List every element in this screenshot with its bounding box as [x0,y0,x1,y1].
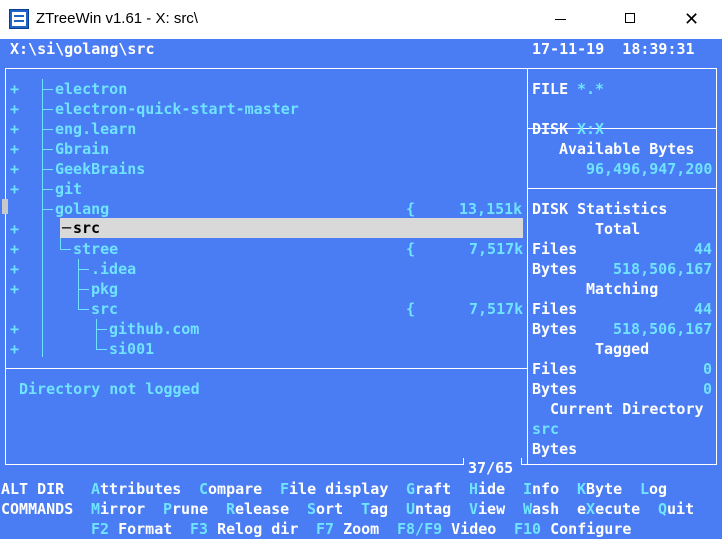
tagged-bytes-label: Bytes [532,380,578,398]
commands-label: COMMANDS [1,500,74,518]
minimize-button[interactable] [538,0,584,39]
directory-status: Directory not logged [19,380,200,398]
date-time: 17-11-19 18:39:31 [532,40,695,58]
tree-item[interactable]: electron [55,79,127,99]
tree-brace: { [406,300,416,318]
tree-item[interactable]: Gbrain [55,139,109,159]
command-graft[interactable]: Graft [406,479,451,499]
command-execute[interactable]: eXecute [577,499,640,519]
matching-files-label: Files [532,300,578,318]
scrollbar-thumb[interactable] [2,199,8,214]
tree-item[interactable]: eng.learn [55,119,136,139]
command-view[interactable]: View [469,499,505,519]
window-title: ZTreeWin v1.61 - X: src\ [36,10,198,27]
total-files: 44 [694,240,713,258]
command-prune[interactable]: Prune [163,499,208,519]
maximize-button[interactable] [608,0,654,39]
tree-item[interactable]: pkg [91,279,118,299]
close-button[interactable]: ✕ [668,0,714,39]
command-video[interactable]: F8/F9 Video [397,519,496,539]
minimize-icon [555,19,566,20]
total-files-label: Files [532,240,578,258]
tree-brace: { [406,240,416,258]
command-mirror[interactable]: Mirror [91,499,145,519]
tagged-files-label: Files [532,360,578,378]
command-compare[interactable]: Compare [199,479,262,499]
title-bar: ZTreeWin v1.61 - X: src\ ✕ [0,0,722,39]
current-dir: src [532,420,560,438]
selected-tree-item[interactable]: ─ src [60,218,523,238]
tree-item[interactable]: si001 [109,339,154,359]
tree-item[interactable]: src [91,299,118,319]
command-configure[interactable]: F10 Configure [514,519,631,539]
position-indicator: 37/65 [468,459,514,477]
tree-item[interactable]: golang [55,199,109,219]
current-bytes-label: Bytes [532,440,578,458]
tree-item[interactable]: stree [73,239,118,259]
command-zoom[interactable]: F7 Zoom [316,519,379,539]
current-path: X:\si\golang\src [10,40,155,58]
stats-title: DISK Statistics [532,200,668,218]
disk-value: X:X [577,120,605,138]
command-quit[interactable]: Quit [658,499,694,519]
command-file-display[interactable]: File display [280,479,388,499]
matching-label: Matching [586,280,659,298]
command-relog-dir[interactable]: F3 Relog dir [190,519,298,539]
matching-files: 44 [694,300,713,318]
command-attributes[interactable]: Attributes [91,479,181,499]
app-icon [9,9,29,29]
command-format[interactable]: F2 Format [91,519,172,539]
tagged-label: Tagged [595,340,650,358]
disk-label: DISK [532,120,569,138]
total-bytes: 518,506,167 [613,260,713,278]
file-label: FILE [532,80,569,98]
command-info[interactable]: Info [523,479,559,499]
alt-dir-label: ALT DIR [1,480,65,498]
command-tag[interactable]: Tag [361,499,388,519]
current-dir-label: Current Directory [550,400,704,418]
tree-size: 7,517k [469,240,524,258]
command-kbyte[interactable]: KByte [577,479,622,499]
matching-bytes: 518,506,167 [613,320,713,338]
tree-brace: { [406,200,416,218]
maximize-icon [625,13,635,23]
tree-item[interactable]: git [55,179,82,199]
close-icon: ✕ [684,9,700,29]
tree-item[interactable]: GeekBrains [55,159,145,179]
tree-size: 13,151k [459,200,523,218]
file-spec: *.* [577,80,605,98]
total-bytes-label: Bytes [532,260,578,278]
tree-item[interactable]: .idea [91,259,136,279]
tagged-bytes: 0 [703,380,713,398]
command-log[interactable]: Log [640,479,667,499]
command-wash[interactable]: Wash [523,499,559,519]
command-hide[interactable]: Hide [469,479,505,499]
command-sort[interactable]: Sort [307,499,343,519]
available-label: Available Bytes [559,140,695,158]
tree-item[interactable]: github.com [109,319,199,339]
tree-item[interactable]: electron-quick-start-master [55,99,299,119]
tree-size: 7,517k [469,300,524,318]
command-untag[interactable]: Untag [406,499,451,519]
console-screen: X:\si\golang\src 17-11-19 18:39:31 37/65… [0,39,722,539]
total-label: Total [595,220,641,238]
command-release[interactable]: Release [226,499,289,519]
available-value: 96,496,947,200 [586,160,713,178]
tagged-files: 0 [703,360,713,378]
matching-bytes-label: Bytes [532,320,578,338]
